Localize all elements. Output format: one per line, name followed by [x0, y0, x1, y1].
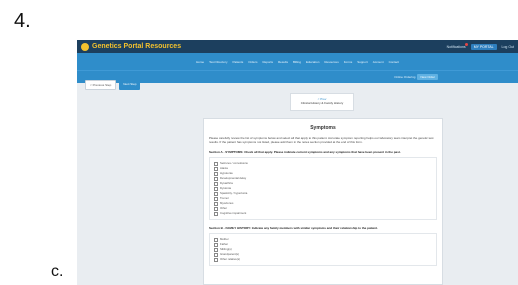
nav-item[interactable]: Resources — [324, 60, 338, 64]
nav-item[interactable]: Patients — [232, 60, 243, 64]
nav-item[interactable]: Education — [306, 60, 319, 64]
checkbox-icon[interactable] — [214, 171, 218, 176]
checkbox-option[interactable]: Other relative(s) — [214, 257, 432, 262]
pager-title: Clinical History & Family History — [300, 101, 344, 105]
notifications-link[interactable]: Notifications — [447, 42, 468, 49]
nav-item[interactable]: Account — [373, 60, 384, 64]
nav-item[interactable]: Billing — [293, 60, 301, 64]
nav-item[interactable]: Forms — [344, 60, 353, 64]
next-step-button[interactable]: Next Step — [119, 80, 141, 90]
checkbox-icon[interactable] — [214, 247, 218, 252]
checkbox-icon[interactable] — [214, 211, 218, 216]
section-a-list: Seizures / convulsions Ataxia Hypotonia Dev… — [209, 157, 437, 221]
checkbox-icon[interactable] — [214, 196, 218, 201]
checkbox-label: Cognitive impairment — [220, 211, 247, 216]
section-pager: < Prev Clinical History & Family History — [290, 93, 354, 111]
embedded-screenshot: Genetics Portal Resources Notifications … — [77, 40, 518, 285]
sub-step-letter: c. — [51, 263, 64, 280]
checkbox-icon[interactable] — [214, 206, 218, 211]
checkbox-icon[interactable] — [214, 191, 218, 196]
nav-item[interactable]: Orders — [248, 60, 257, 64]
section-b-heading: Section B - FAMILY HISTORY: Indicate any… — [209, 226, 378, 231]
checkbox-icon[interactable] — [214, 237, 218, 242]
panel-title: Symptoms — [310, 125, 336, 131]
nav-item[interactable]: Test Directory — [209, 60, 227, 64]
sub-bar-text: Online Ordering — [394, 75, 416, 79]
top-links: Notifications MY PORTAL Log Out — [447, 42, 514, 50]
nav-item[interactable]: Reports — [262, 60, 273, 64]
step-number: 4. — [14, 10, 31, 32]
previous-step-button[interactable]: < Previous Step — [85, 80, 117, 90]
checkbox-label: Other relative(s) — [220, 257, 241, 262]
checkbox-icon[interactable] — [214, 242, 218, 247]
step-buttons: < Previous Step Next Step — [85, 80, 141, 90]
section-b-list: Mother Father Sibling(s) Grandparent(s) Othe… — [209, 233, 437, 267]
nav-item[interactable]: Home — [196, 60, 204, 64]
my-portal-link[interactable]: MY PORTAL — [470, 43, 497, 50]
nav-item[interactable]: Support — [357, 60, 368, 64]
new-order-button[interactable]: New Order — [417, 74, 438, 80]
checkbox-icon[interactable] — [214, 181, 218, 186]
nav-item[interactable]: Contact — [389, 60, 399, 64]
logout-link[interactable]: Log Out — [502, 45, 514, 49]
checkbox-icon[interactable] — [214, 252, 218, 257]
checkbox-icon[interactable] — [214, 186, 218, 191]
symptoms-panel: Symptoms Please carefully review the lis… — [203, 118, 443, 285]
logo-icon — [81, 42, 89, 51]
checkbox-icon[interactable] — [214, 257, 218, 262]
nav-item[interactable]: Results — [278, 60, 288, 64]
sub-bar: Online Ordering New Order — [77, 70, 518, 83]
checkbox-icon[interactable] — [214, 176, 218, 181]
checkbox-icon[interactable] — [214, 201, 218, 206]
intro-text: Please carefully review the list of symp… — [209, 136, 434, 145]
top-bar: Genetics Portal Resources Notifications … — [77, 40, 518, 53]
main-nav: Home Test Directory Patients Orders Reports R… — [77, 53, 518, 70]
section-a-heading: Section A - SYMPTOMS: Check all that app… — [209, 150, 401, 155]
checkbox-option[interactable]: Cognitive impairment — [214, 211, 432, 216]
checkbox-icon[interactable] — [214, 166, 218, 171]
brand-name: Genetics Portal Resources — [92, 43, 182, 50]
notification-badge-icon — [464, 42, 468, 46]
checkbox-icon[interactable] — [214, 161, 218, 166]
